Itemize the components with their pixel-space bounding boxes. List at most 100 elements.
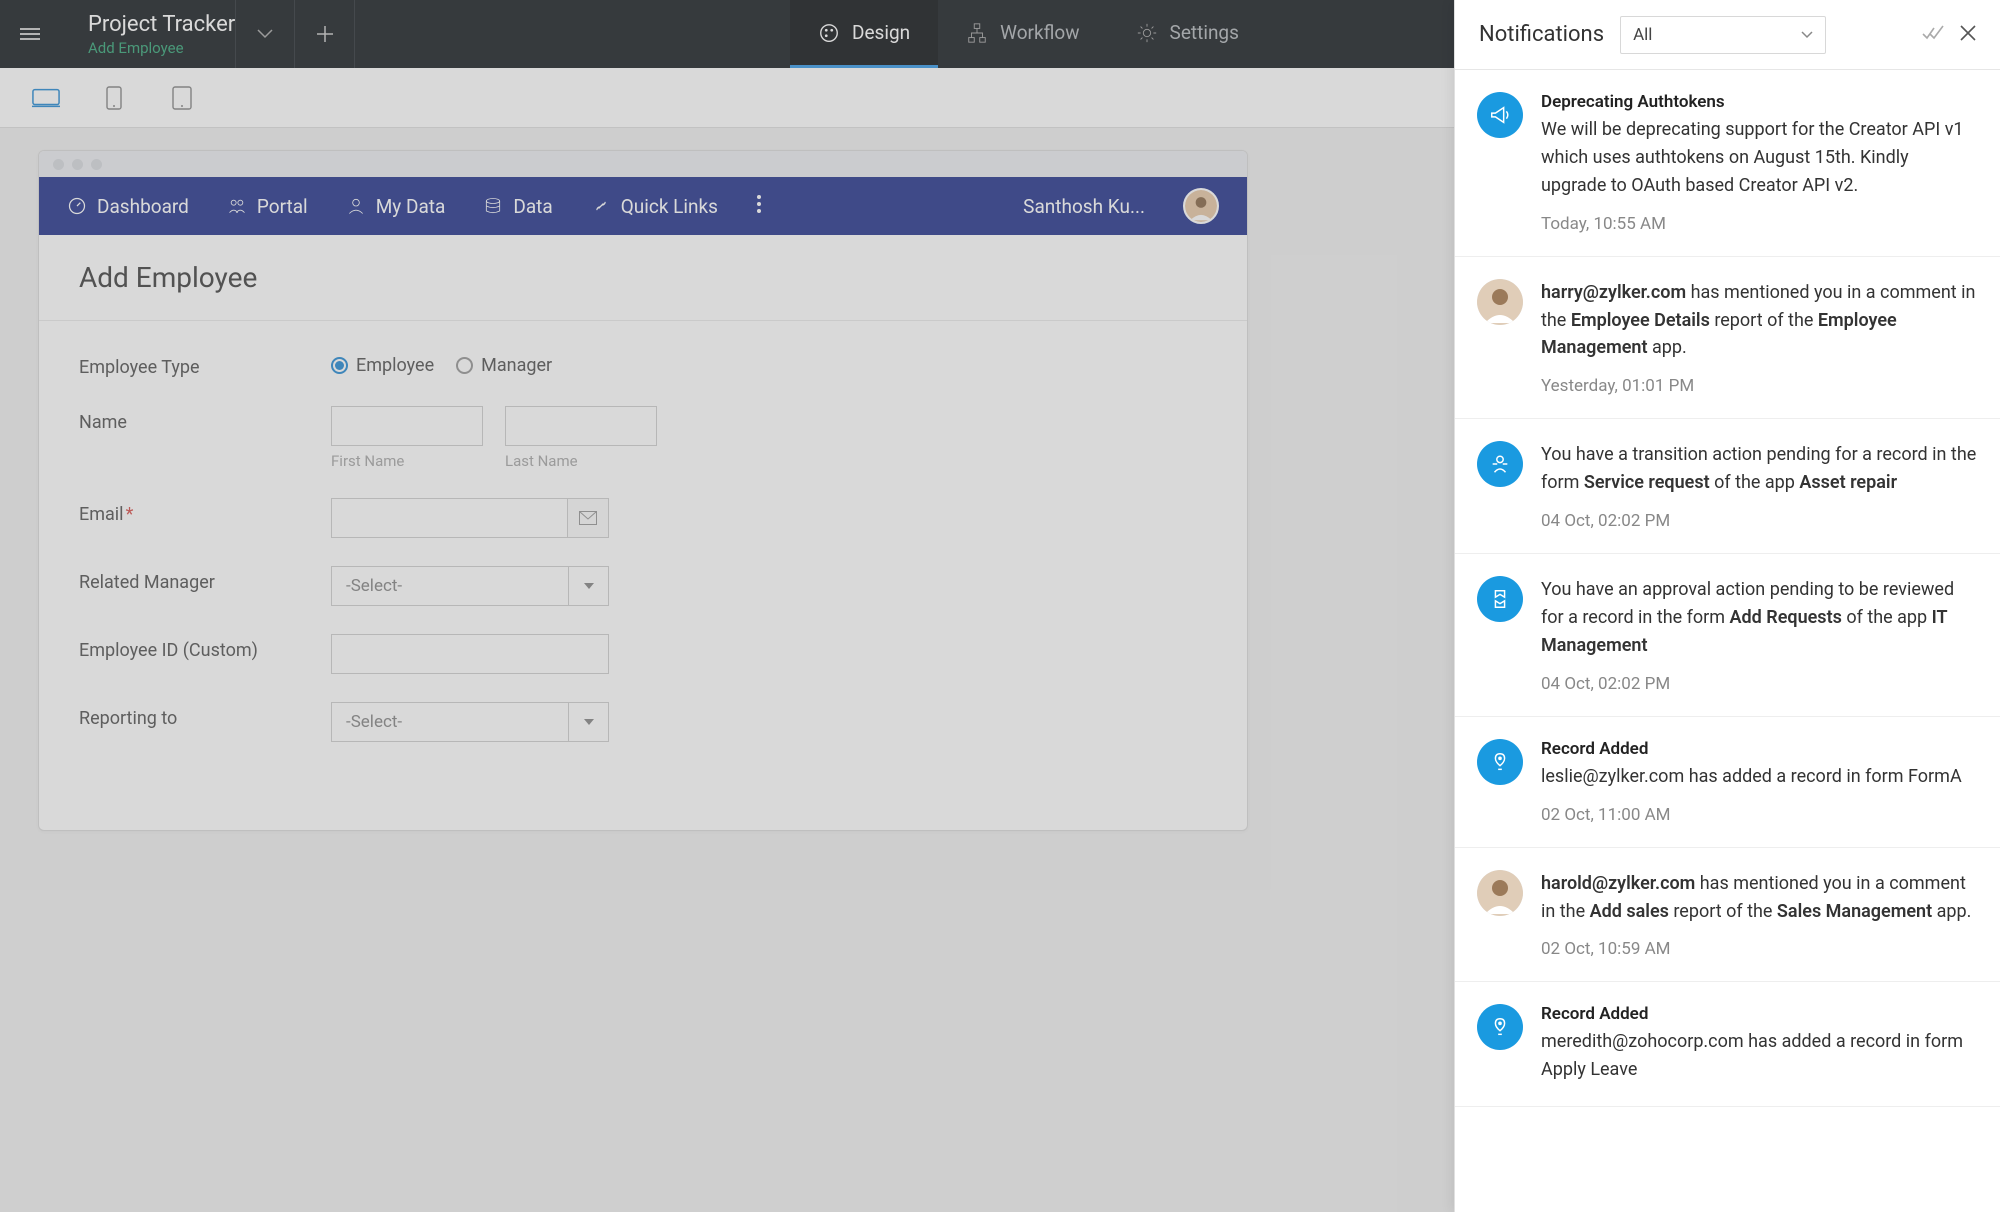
field-label-related-manager: Related Manager [79, 566, 331, 593]
notification-content: You have a transition action pending for… [1541, 441, 1978, 531]
notifications-header: Notifications All [1455, 0, 2000, 70]
notification-item[interactable]: harry@zylker.com has mentioned you in a … [1455, 257, 2000, 420]
notifications-list[interactable]: Deprecating AuthtokensWe will be depreca… [1455, 70, 2000, 1212]
nav-mydata[interactable]: My Data [346, 195, 446, 218]
nav-data[interactable]: Data [483, 195, 552, 218]
notification-item[interactable]: Record Added leslie@zylker.com has added … [1455, 717, 2000, 848]
notification-content: Deprecating AuthtokensWe will be depreca… [1541, 92, 1978, 234]
chevron-down-icon [257, 29, 273, 39]
related-manager-select[interactable]: -Select- [331, 566, 609, 606]
notification-item[interactable]: You have an approval action pending to b… [1455, 554, 2000, 717]
notification-item[interactable]: Deprecating AuthtokensWe will be depreca… [1455, 70, 2000, 257]
project-sub: Add Employee [88, 39, 235, 57]
notification-icon-avatar [1477, 92, 1523, 138]
notification-item[interactable]: You have a transition action pending for… [1455, 419, 2000, 554]
window-dot [91, 159, 102, 170]
filter-value: All [1633, 25, 1652, 45]
first-name-input[interactable] [331, 406, 483, 446]
nav-quicklinks[interactable]: Quick Links [591, 195, 718, 218]
radio-manager[interactable]: Manager [456, 355, 552, 376]
mark-all-read-button[interactable] [1922, 25, 1944, 45]
notification-time: 02 Oct, 10:59 AM [1541, 939, 1978, 959]
more-vertical-icon [756, 194, 762, 214]
hamburger-icon [20, 25, 40, 43]
notification-body: meredith@zohocorp.com has added a record… [1541, 1028, 1978, 1084]
tab-workflow[interactable]: Workflow [938, 0, 1107, 68]
plus-icon [316, 25, 334, 43]
notification-time: 02 Oct, 11:00 AM [1541, 805, 1978, 825]
caret-down-icon [584, 719, 594, 725]
notification-heading: Record Added [1541, 739, 1978, 759]
notification-icon-avatar [1477, 1004, 1523, 1050]
browser-chrome [39, 151, 1247, 177]
add-button[interactable] [295, 0, 355, 68]
nav-dashboard[interactable]: Dashboard [67, 195, 189, 218]
phone-icon [106, 86, 122, 110]
window-dot [53, 159, 64, 170]
app-nav: Dashboard Portal My Data Data Quick Link… [39, 177, 1247, 235]
reporting-to-select[interactable]: -Select- [331, 702, 609, 742]
employee-id-input[interactable] [331, 634, 609, 674]
last-name-input[interactable] [505, 406, 657, 446]
tab-design[interactable]: Design [790, 0, 938, 68]
nav-item-label: Quick Links [621, 195, 718, 218]
notification-time: Today, 10:55 AM [1541, 214, 1978, 234]
select-caret [568, 703, 608, 741]
notifications-filter-dropdown[interactable]: All [1620, 16, 1826, 54]
link-icon [591, 196, 611, 216]
notifications-title: Notifications [1479, 22, 1604, 47]
notification-body: You have a transition action pending for… [1541, 441, 1978, 497]
notification-content: Record Added leslie@zylker.com has added … [1541, 739, 1978, 825]
nav-portal[interactable]: Portal [227, 195, 308, 218]
project-dropdown[interactable] [235, 0, 295, 68]
field-label-employee-id: Employee ID (Custom) [79, 634, 331, 661]
device-tablet-button[interactable] [168, 87, 196, 109]
nav-more-button[interactable] [756, 194, 762, 218]
notification-content: Record Added meredith@zohocorp.com has ad… [1541, 1004, 1978, 1084]
notification-item[interactable]: harold@zylker.com has mentioned you in a… [1455, 848, 2000, 983]
notification-user-avatar [1477, 279, 1523, 325]
desktop-icon [32, 86, 60, 110]
email-input[interactable] [331, 498, 567, 538]
first-name-sublabel: First Name [331, 452, 483, 470]
device-desktop-button[interactable] [32, 87, 60, 109]
field-label-name: Name [79, 406, 331, 433]
device-phone-button[interactable] [100, 87, 128, 109]
notification-time: Yesterday, 01:01 PM [1541, 376, 1978, 396]
top-tabs: Design Workflow Settings [790, 0, 1267, 68]
notification-time: 04 Oct, 02:02 PM [1541, 674, 1978, 694]
form-body: Employee Type Employee Manager [39, 321, 1247, 830]
radio-employee[interactable]: Employee [331, 355, 434, 376]
notifications-panel: Notifications All Deprecating Authtokens… [1454, 0, 2000, 1212]
project-block: Project Tracker Add Employee [60, 0, 235, 68]
close-notifications-button[interactable] [1960, 25, 1976, 45]
radio-icon [456, 357, 473, 374]
select-caret [568, 567, 608, 605]
double-check-icon [1922, 25, 1944, 41]
notification-heading: Record Added [1541, 1004, 1978, 1024]
field-label-employee-type: Employee Type [79, 351, 331, 378]
radio-label: Employee [356, 355, 434, 376]
tab-settings[interactable]: Settings [1108, 0, 1267, 68]
last-name-sublabel: Last Name [505, 452, 657, 470]
notification-item[interactable]: Record Added meredith@zohocorp.com has ad… [1455, 982, 2000, 1107]
notification-body: We will be deprecating support for the C… [1541, 116, 1978, 200]
radio-icon [331, 357, 348, 374]
nav-user-avatar[interactable] [1183, 188, 1219, 224]
portal-icon [227, 196, 247, 216]
notification-body: You have an approval action pending to b… [1541, 576, 1978, 660]
design-icon [818, 22, 840, 44]
nav-item-label: Dashboard [97, 195, 189, 218]
form-title: Add Employee [39, 235, 1247, 321]
email-icon-box [567, 498, 609, 538]
nav-item-label: Portal [257, 195, 308, 218]
menu-button[interactable] [0, 0, 60, 68]
notification-icon-avatar [1477, 576, 1523, 622]
notification-icon-avatar [1477, 441, 1523, 487]
notification-body: leslie@zylker.com has added a record in … [1541, 763, 1978, 791]
field-label-email: Email* [79, 498, 331, 525]
notification-content: harry@zylker.com has mentioned you in a … [1541, 279, 1978, 397]
form-preview-card: Dashboard Portal My Data Data Quick Link… [38, 150, 1248, 831]
tab-settings-label: Settings [1170, 21, 1239, 44]
settings-icon [1136, 22, 1158, 44]
